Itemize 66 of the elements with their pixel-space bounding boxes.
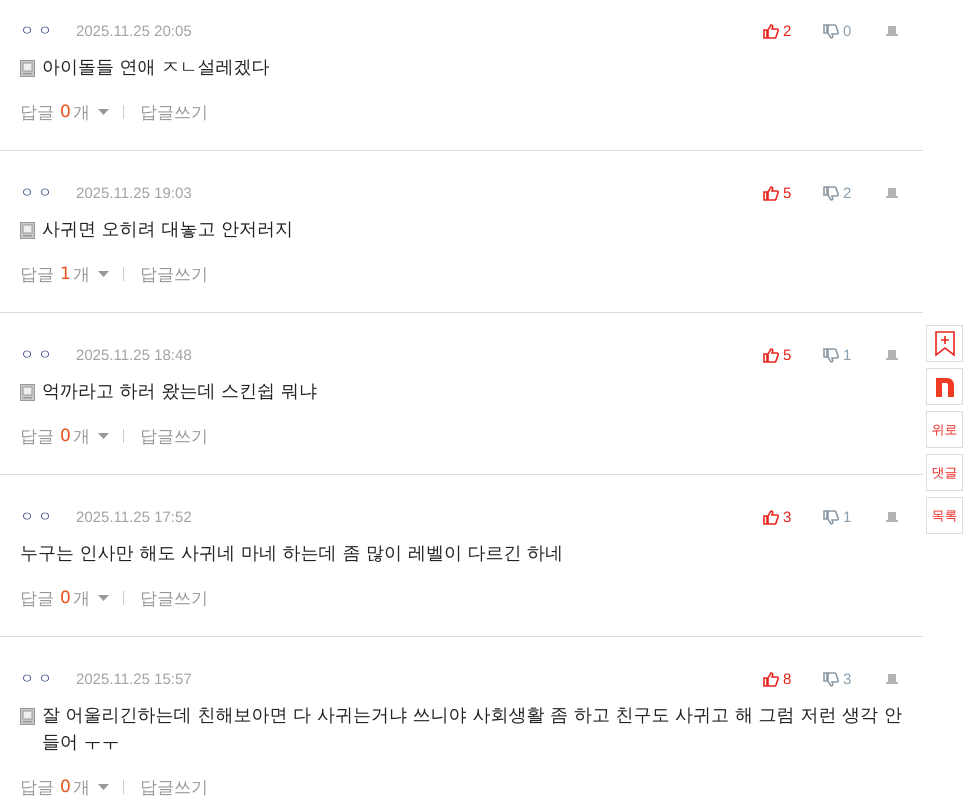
mobile-icon [20, 222, 35, 239]
report-button[interactable] [885, 673, 899, 685]
thumbs-down-icon [823, 510, 839, 524]
reply-toggle[interactable]: 답글 1 개 [20, 262, 109, 286]
thumbs-down-icon [823, 672, 839, 686]
thumbs-up-icon [763, 186, 779, 200]
caret-icon [98, 433, 109, 439]
author-name[interactable]: ㅇㅇ [20, 184, 76, 202]
comment-date: 2025.11.25 19:03 [76, 184, 192, 202]
like-button[interactable]: 5 [763, 184, 823, 202]
thumbs-up-icon [763, 348, 779, 362]
write-reply-link[interactable]: 답글쓰기 [140, 586, 208, 610]
thumbs-up-icon [763, 510, 779, 524]
report-button[interactable] [885, 349, 899, 361]
comment-date: 2025.11.25 18:48 [76, 346, 192, 364]
report-button[interactable] [885, 25, 899, 37]
comment-text: 잘 어울리긴하는데 친해보아면 다 사귀는거냐 쓰니야 사회생활 좀 하고 친구도 사귀고 해 그럼 저런 생각 안들어 ㅜㅜ [42, 704, 903, 755]
comment-date: 2025.11.25 20:05 [76, 22, 192, 40]
caret-icon [98, 784, 109, 790]
reply-toggle[interactable]: 답글 0 개 [20, 776, 109, 798]
mobile-icon [20, 708, 35, 725]
bookmark-button[interactable] [926, 325, 963, 362]
logo-button[interactable] [926, 368, 963, 405]
reply-toggle[interactable]: 답글 0 개 [20, 424, 109, 448]
write-reply-link[interactable]: 답글쓰기 [140, 424, 208, 448]
like-button[interactable]: 5 [763, 346, 823, 364]
side-button[interactable]: 목록 [926, 497, 963, 534]
write-reply-link[interactable]: 답글쓰기 [140, 262, 208, 286]
author-name[interactable]: ㅇㅇ [20, 670, 76, 688]
side-button[interactable]: 댓글 [926, 454, 963, 491]
dislike-button[interactable]: 1 [823, 346, 885, 364]
write-reply-link[interactable]: 답글쓰기 [140, 100, 208, 124]
mobile-icon [20, 384, 35, 401]
thumbs-up-icon [763, 672, 779, 686]
dislike-button[interactable]: 1 [823, 508, 885, 526]
comment-text: 억까라고 하러 왔는데 스킨쉽 뭐냐 [42, 380, 317, 404]
author-name[interactable]: ㅇㅇ [20, 22, 76, 40]
reply-toggle[interactable]: 답글 0 개 [20, 586, 109, 610]
comment-date: 2025.11.25 17:52 [76, 508, 192, 526]
dislike-button[interactable]: 2 [823, 184, 885, 202]
comment-text: 아이돌들 연애 ㅈㄴ설레겠다 [42, 56, 270, 80]
comment-text: 누구는 인사만 해도 사귀네 마네 하는데 좀 많이 레벨이 다르긴 하네 [20, 542, 564, 566]
author-name[interactable]: ㅇㅇ [20, 346, 76, 364]
dislike-button[interactable]: 3 [823, 670, 885, 688]
author-name[interactable]: ㅇㅇ [20, 508, 76, 526]
dislike-button[interactable]: 0 [823, 22, 885, 40]
write-reply-link[interactable]: 답글쓰기 [140, 776, 208, 798]
like-button[interactable]: 8 [763, 670, 823, 688]
like-button[interactable]: 2 [763, 22, 823, 40]
side-button[interactable]: 위로 [926, 411, 963, 448]
caret-icon [98, 595, 109, 601]
comment-text: 사귀면 오히려 대놓고 안저러지 [42, 218, 294, 242]
thumbs-down-icon [823, 348, 839, 362]
reply-toggle[interactable]: 답글 0 개 [20, 100, 109, 124]
caret-icon [98, 109, 109, 115]
report-button[interactable] [885, 187, 899, 199]
like-button[interactable]: 3 [763, 508, 823, 526]
thumbs-up-icon [763, 24, 779, 38]
mobile-icon [20, 60, 35, 77]
bookmark-icon [934, 330, 954, 356]
report-button[interactable] [885, 511, 899, 523]
thumbs-down-icon [823, 186, 839, 200]
caret-icon [98, 271, 109, 277]
thumbs-down-icon [823, 24, 839, 38]
comment-date: 2025.11.25 15:57 [76, 670, 192, 688]
n-logo-icon [934, 376, 954, 396]
